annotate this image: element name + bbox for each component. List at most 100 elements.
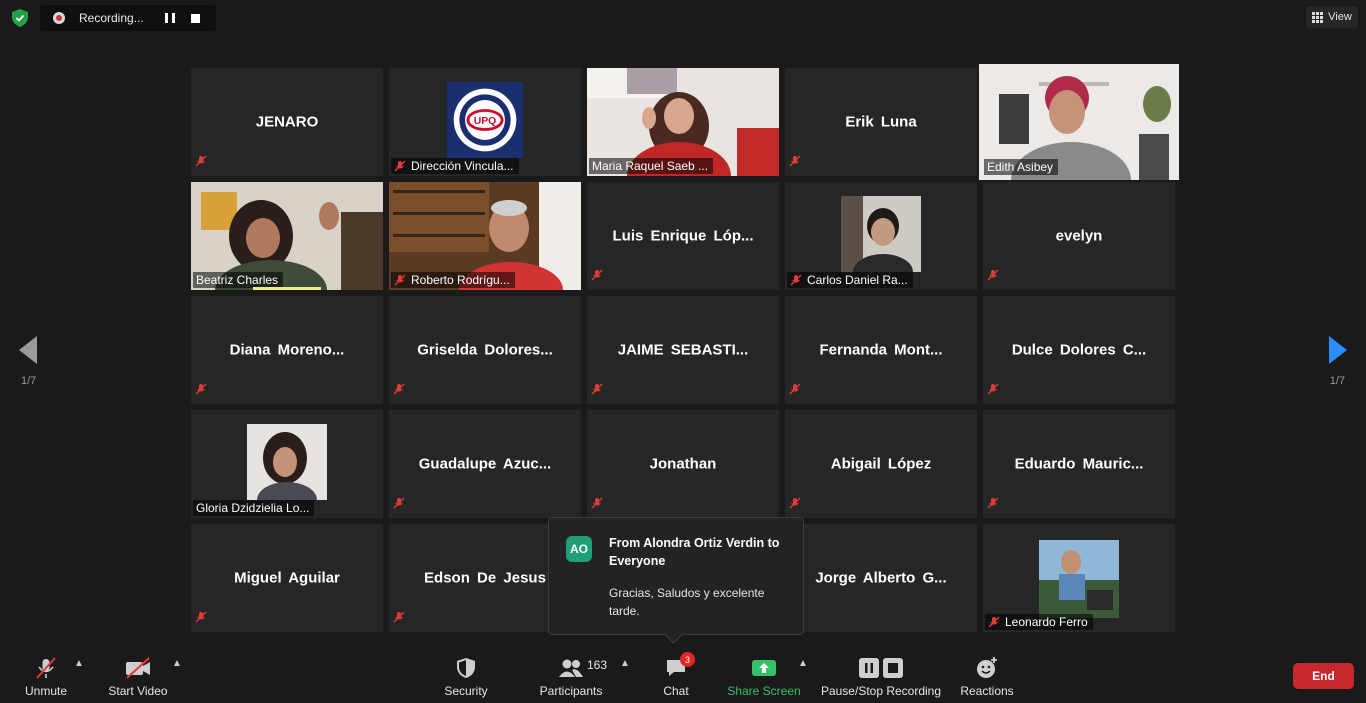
muted-mic-icon [987,497,999,509]
end-meeting-button[interactable]: End [1293,663,1354,689]
chat-button[interactable]: Chat [650,646,702,703]
reactions-button[interactable]: Reactions [958,646,1016,703]
video-tile[interactable]: Griselda Dolores... [389,296,581,404]
participants-options-chevron-icon[interactable]: ▲ [620,658,630,669]
video-tile[interactable]: Carlos Daniel Ra... [785,182,977,290]
grid-view-icon [1312,11,1324,23]
participant-name: Leonardo Ferro [1005,615,1088,629]
logo-text: UPQ [474,116,497,127]
participant-name: evelyn [1055,227,1103,245]
muted-microphone-icon [36,657,56,679]
muted-mic-icon [591,383,603,395]
participant-name: Luis Enrique Lóp... [612,227,754,245]
video-tile[interactable]: Maria Raquel Saeb ... [587,68,779,176]
video-tile[interactable]: Dulce Dolores C... [983,296,1175,404]
meeting-toolbar: Unmute ▲ Start Video ▲ Security Particip… [0,646,1366,703]
participant-name: Edith Asibey [987,160,1054,174]
participant-name: Abigail López [830,455,932,473]
participant-count: 163 [587,658,608,672]
pause-stop-recording-button[interactable]: Pause/Stop Recording [820,646,942,703]
video-tile[interactable]: UPQ Dirección Vincula... [389,68,581,176]
participant-name: Erik Luna [845,113,917,131]
speaking-indicator [253,287,321,290]
video-tile[interactable]: Miguel Aguilar [191,524,383,632]
participant-name-tag: Leonardo Ferro [985,614,1093,630]
video-tile[interactable]: Fernanda Mont... [785,296,977,404]
video-tile[interactable]: Luis Enrique Lóp... [587,182,779,290]
security-label: Security [444,684,488,698]
participant-name-tag: Beatriz Charles [193,272,284,288]
participant-name: Diana Moreno... [229,341,345,359]
share-screen-button[interactable]: Share Screen [727,646,801,703]
share-options-chevron-icon[interactable]: ▲ [798,658,808,669]
chat-notification[interactable]: AO From Alondra Ortiz Verdin to Everyone… [548,517,804,635]
audio-options-chevron-icon[interactable]: ▲ [74,658,84,669]
previous-page-arrow-icon[interactable] [19,336,37,364]
view-button[interactable]: View [1306,6,1358,28]
muted-mic-icon [591,497,603,509]
muted-mic-icon [394,274,406,286]
muted-mic-icon [195,611,207,623]
participant-name: Maria Raquel Saeb ... [592,159,709,173]
participant-name: JENARO [255,113,319,131]
shield-icon [457,658,475,678]
security-button[interactable]: Security [440,646,492,703]
video-tile[interactable]: Diana Moreno... [191,296,383,404]
video-tile[interactable]: Jorge Alberto G... [785,524,977,632]
participant-name: Jonathan [649,455,717,473]
unmute-button[interactable]: Unmute [20,646,72,703]
video-options-chevron-icon[interactable]: ▲ [172,658,182,669]
start-video-label: Start Video [108,684,168,698]
page-indicator-left: 1/7 [21,375,37,387]
chat-unread-badge: 3 [680,652,695,667]
muted-mic-icon [988,616,1000,628]
next-page-arrow-icon[interactable] [1329,336,1347,364]
upq-logo: UPQ [447,82,523,158]
video-tile[interactable]: Roberto Rodrígu... [389,182,581,290]
muted-mic-icon [790,274,802,286]
participant-name-tag: Maria Raquel Saeb ... [589,158,714,174]
muted-mic-icon [393,611,405,623]
recording-dot-icon [53,12,65,24]
muted-mic-icon [789,497,801,509]
participant-name: Miguel Aguilar [234,569,340,587]
participants-label: Participants [539,684,603,698]
video-tile[interactable]: JENARO [191,68,383,176]
video-tile[interactable]: Leonardo Ferro [983,524,1175,632]
participant-name: Dirección Vincula... [411,159,514,173]
muted-mic-icon [987,269,999,281]
page-indicator-right: 1/7 [1329,375,1345,387]
participant-profile-photo [1039,540,1119,618]
video-tile[interactable]: Eduardo Mauric... [983,410,1175,518]
start-video-button[interactable]: Start Video [104,646,172,703]
video-tile[interactable]: evelyn [983,182,1175,290]
participant-name: Griselda Dolores... [417,341,553,359]
video-tile[interactable]: Abigail López [785,410,977,518]
chat-sender: From Alondra Ortiz Verdin to Everyone [609,536,780,568]
video-tile[interactable]: Jonathan [587,410,779,518]
video-tile[interactable]: Guadalupe Azuc... [389,410,581,518]
security-shield-icon[interactable] [12,9,28,27]
video-tile[interactable]: Gloria Dzidzielia Lo... [191,410,383,518]
video-tile[interactable]: Erik Luna [785,68,977,176]
participant-name-tag: Roberto Rodrígu... [391,272,515,288]
reactions-label: Reactions [960,684,1014,698]
video-tile[interactable]: JAIME SEBASTI... [587,296,779,404]
participant-name: Gloria Dzidzielia Lo... [196,501,310,515]
participant-name: Carlos Daniel Ra... [807,273,908,287]
view-label: View [1328,11,1352,23]
pause-stop-icon [859,658,903,678]
pause-recording-icon[interactable] [165,13,175,23]
stop-recording-icon[interactable] [191,13,200,23]
chat-message: Gracias, Saludos y excelente tarde. [609,586,765,618]
participant-name: JAIME SEBASTI... [617,341,749,359]
chat-label: Chat [663,684,689,698]
participant-profile-photo [841,196,921,272]
video-tile-active-speaker[interactable]: Edith Asibey [979,64,1179,180]
share-screen-label: Share Screen [727,684,801,698]
participants-button[interactable]: Participants [537,646,605,703]
participant-name: Roberto Rodrígu... [411,273,510,287]
muted-mic-icon [789,155,801,167]
video-tile[interactable]: Beatriz Charles [191,182,383,290]
chat-sender-avatar: AO [566,536,592,562]
